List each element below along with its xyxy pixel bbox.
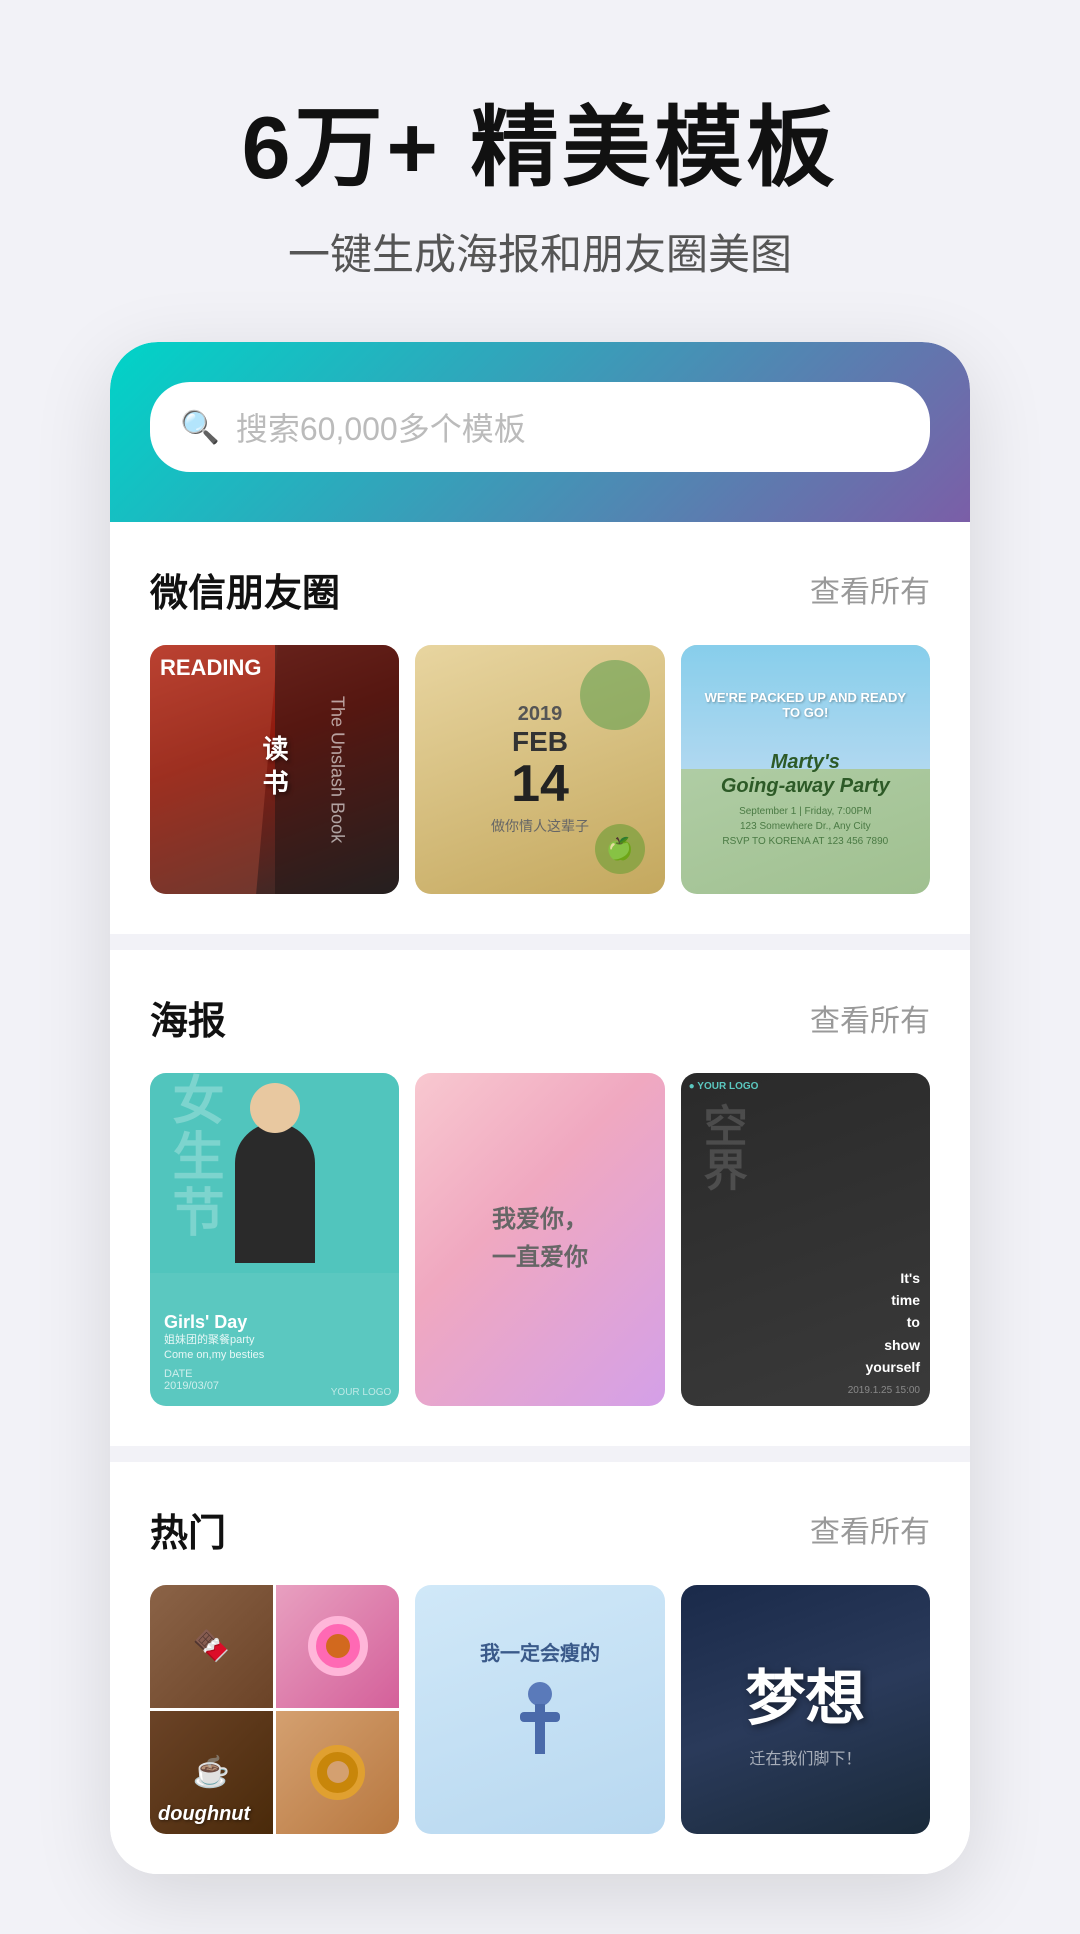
dream-sub: 迁在我们脚下！ [749, 1745, 861, 1769]
template-card[interactable]: 我一定会瘦的 [415, 1585, 664, 1834]
reading-label: READING [160, 655, 261, 681]
coffee-emoji: ☕ [193, 1755, 230, 1790]
doughnut-label: doughnut [158, 1803, 250, 1826]
poster-grid: 女生节 Girls' Day 姐妹团的聚餐partyCome on,my bes… [150, 1073, 930, 1405]
love-content: 我爱你，一直爱你 [472, 1181, 608, 1298]
figure-illustration [510, 1682, 570, 1782]
section-header-hot: 热门 查看所有 [150, 1502, 930, 1557]
section-title-wechat: 微信朋友圈 [150, 562, 340, 617]
template-card[interactable]: 梦想 迁在我们脚下！ [681, 1585, 930, 1834]
section-hot: 热门 查看所有 🍫 ☕ doughnut [110, 1462, 970, 1874]
section-poster: 海报 查看所有 女生节 Girls' D [110, 950, 970, 1445]
search-header: 🔍 搜索60,000多个模板 [110, 342, 970, 522]
template-card[interactable]: 读书 The Unslash Book READING [150, 645, 399, 894]
feb-sub: 做你情人这辈子 [491, 816, 589, 836]
hero-section: 6万+ 精美模板 一键生成海报和朋友圈美图 [0, 0, 1080, 342]
search-bar[interactable]: 🔍 搜索60,000多个模板 [150, 382, 930, 472]
girlsday-date: DATE2019/03/07 [164, 1368, 264, 1392]
doughnut-cell-1: 🍫 [150, 1585, 273, 1708]
party-details: September 1 | Friday, 7:00PM123 Somewher… [699, 804, 912, 849]
template-card[interactable]: 🍫 ☕ doughnut [150, 1585, 399, 1834]
food-emoji: 🍫 [193, 1629, 230, 1664]
girlsday-text: Girls' Day 姐妹团的聚餐partyCome on,my besties… [164, 1312, 264, 1392]
book-sub: The Unslash Book [324, 696, 349, 843]
hero-subtitle: 一键生成海报和朋友圈美图 [60, 221, 1020, 282]
section-header-poster: 海报 查看所有 [150, 990, 930, 1045]
feb-year: 2019 [491, 703, 589, 726]
fruit-decoration: 🍏 [595, 824, 645, 874]
divider [110, 1446, 970, 1462]
search-icon: 🔍 [180, 408, 220, 446]
section-more-poster[interactable]: 查看所有 [810, 996, 930, 1040]
wechat-grid: 读书 The Unslash Book READING 2019 FEB 14 … [150, 645, 930, 894]
hot-grid: 🍫 ☕ doughnut [150, 1585, 930, 1834]
party-title: Marty'sGoing-away Party [699, 750, 912, 798]
doughnut-cell-3: ☕ doughnut [150, 1711, 273, 1834]
search-input[interactable]: 搜索60,000多个模板 [236, 404, 526, 450]
doughnut-cell-2 [276, 1585, 399, 1708]
feb-day: 14 [491, 758, 589, 810]
section-title-poster: 海报 [150, 990, 226, 1045]
phone-card: 🔍 搜索60,000多个模板 微信朋友圈 查看所有 读书 The Unslash… [110, 342, 970, 1874]
logo-text: YOUR LOGO [331, 1387, 392, 1398]
template-card[interactable]: 女生节 Girls' Day 姐妹团的聚餐partyCome on,my bes… [150, 1073, 399, 1405]
pink-doughnut [308, 1616, 368, 1676]
space-cn: 空界 [689, 1103, 753, 1191]
section-more-wechat[interactable]: 查看所有 [810, 567, 930, 611]
hero-title: 6万+ 精美模板 [60, 100, 1020, 197]
plain-doughnut [310, 1745, 365, 1800]
feb-month: FEB [491, 726, 589, 758]
template-card[interactable]: ● YOUR LOGO 空界 It'stimetoshowyourself 20… [681, 1073, 930, 1405]
party-top: WE'RE PACKED UP AND READY TO GO! [699, 690, 912, 720]
section-title-hot: 热门 [150, 1502, 226, 1557]
motivation-text: 我一定会瘦的 [480, 1637, 600, 1666]
template-card[interactable]: WE'RE PACKED UP AND READY TO GO! Marty's… [681, 645, 930, 894]
doughnut-cell-4 [276, 1711, 399, 1834]
space-date: 2019.1.25 15:00 [848, 1385, 920, 1396]
template-card[interactable]: 2019 FEB 14 做你情人这辈子 🍏 [415, 645, 664, 894]
template-card[interactable]: 我爱你，一直爱你 [415, 1073, 664, 1405]
divider [110, 934, 970, 950]
love-text: 我爱你，一直爱你 [492, 1201, 588, 1278]
circle-decoration [580, 660, 650, 730]
space-text: It'stimetoshowyourself [866, 1267, 920, 1379]
reading-text: 读书 [256, 735, 293, 803]
section-more-hot[interactable]: 查看所有 [810, 1507, 930, 1551]
section-header-wechat: 微信朋友圈 查看所有 [150, 562, 930, 617]
space-logo: ● YOUR LOGO [689, 1081, 759, 1092]
dream-text: 梦想 [745, 1650, 865, 1737]
section-wechat: 微信朋友圈 查看所有 读书 The Unslash Book READING [110, 522, 970, 934]
